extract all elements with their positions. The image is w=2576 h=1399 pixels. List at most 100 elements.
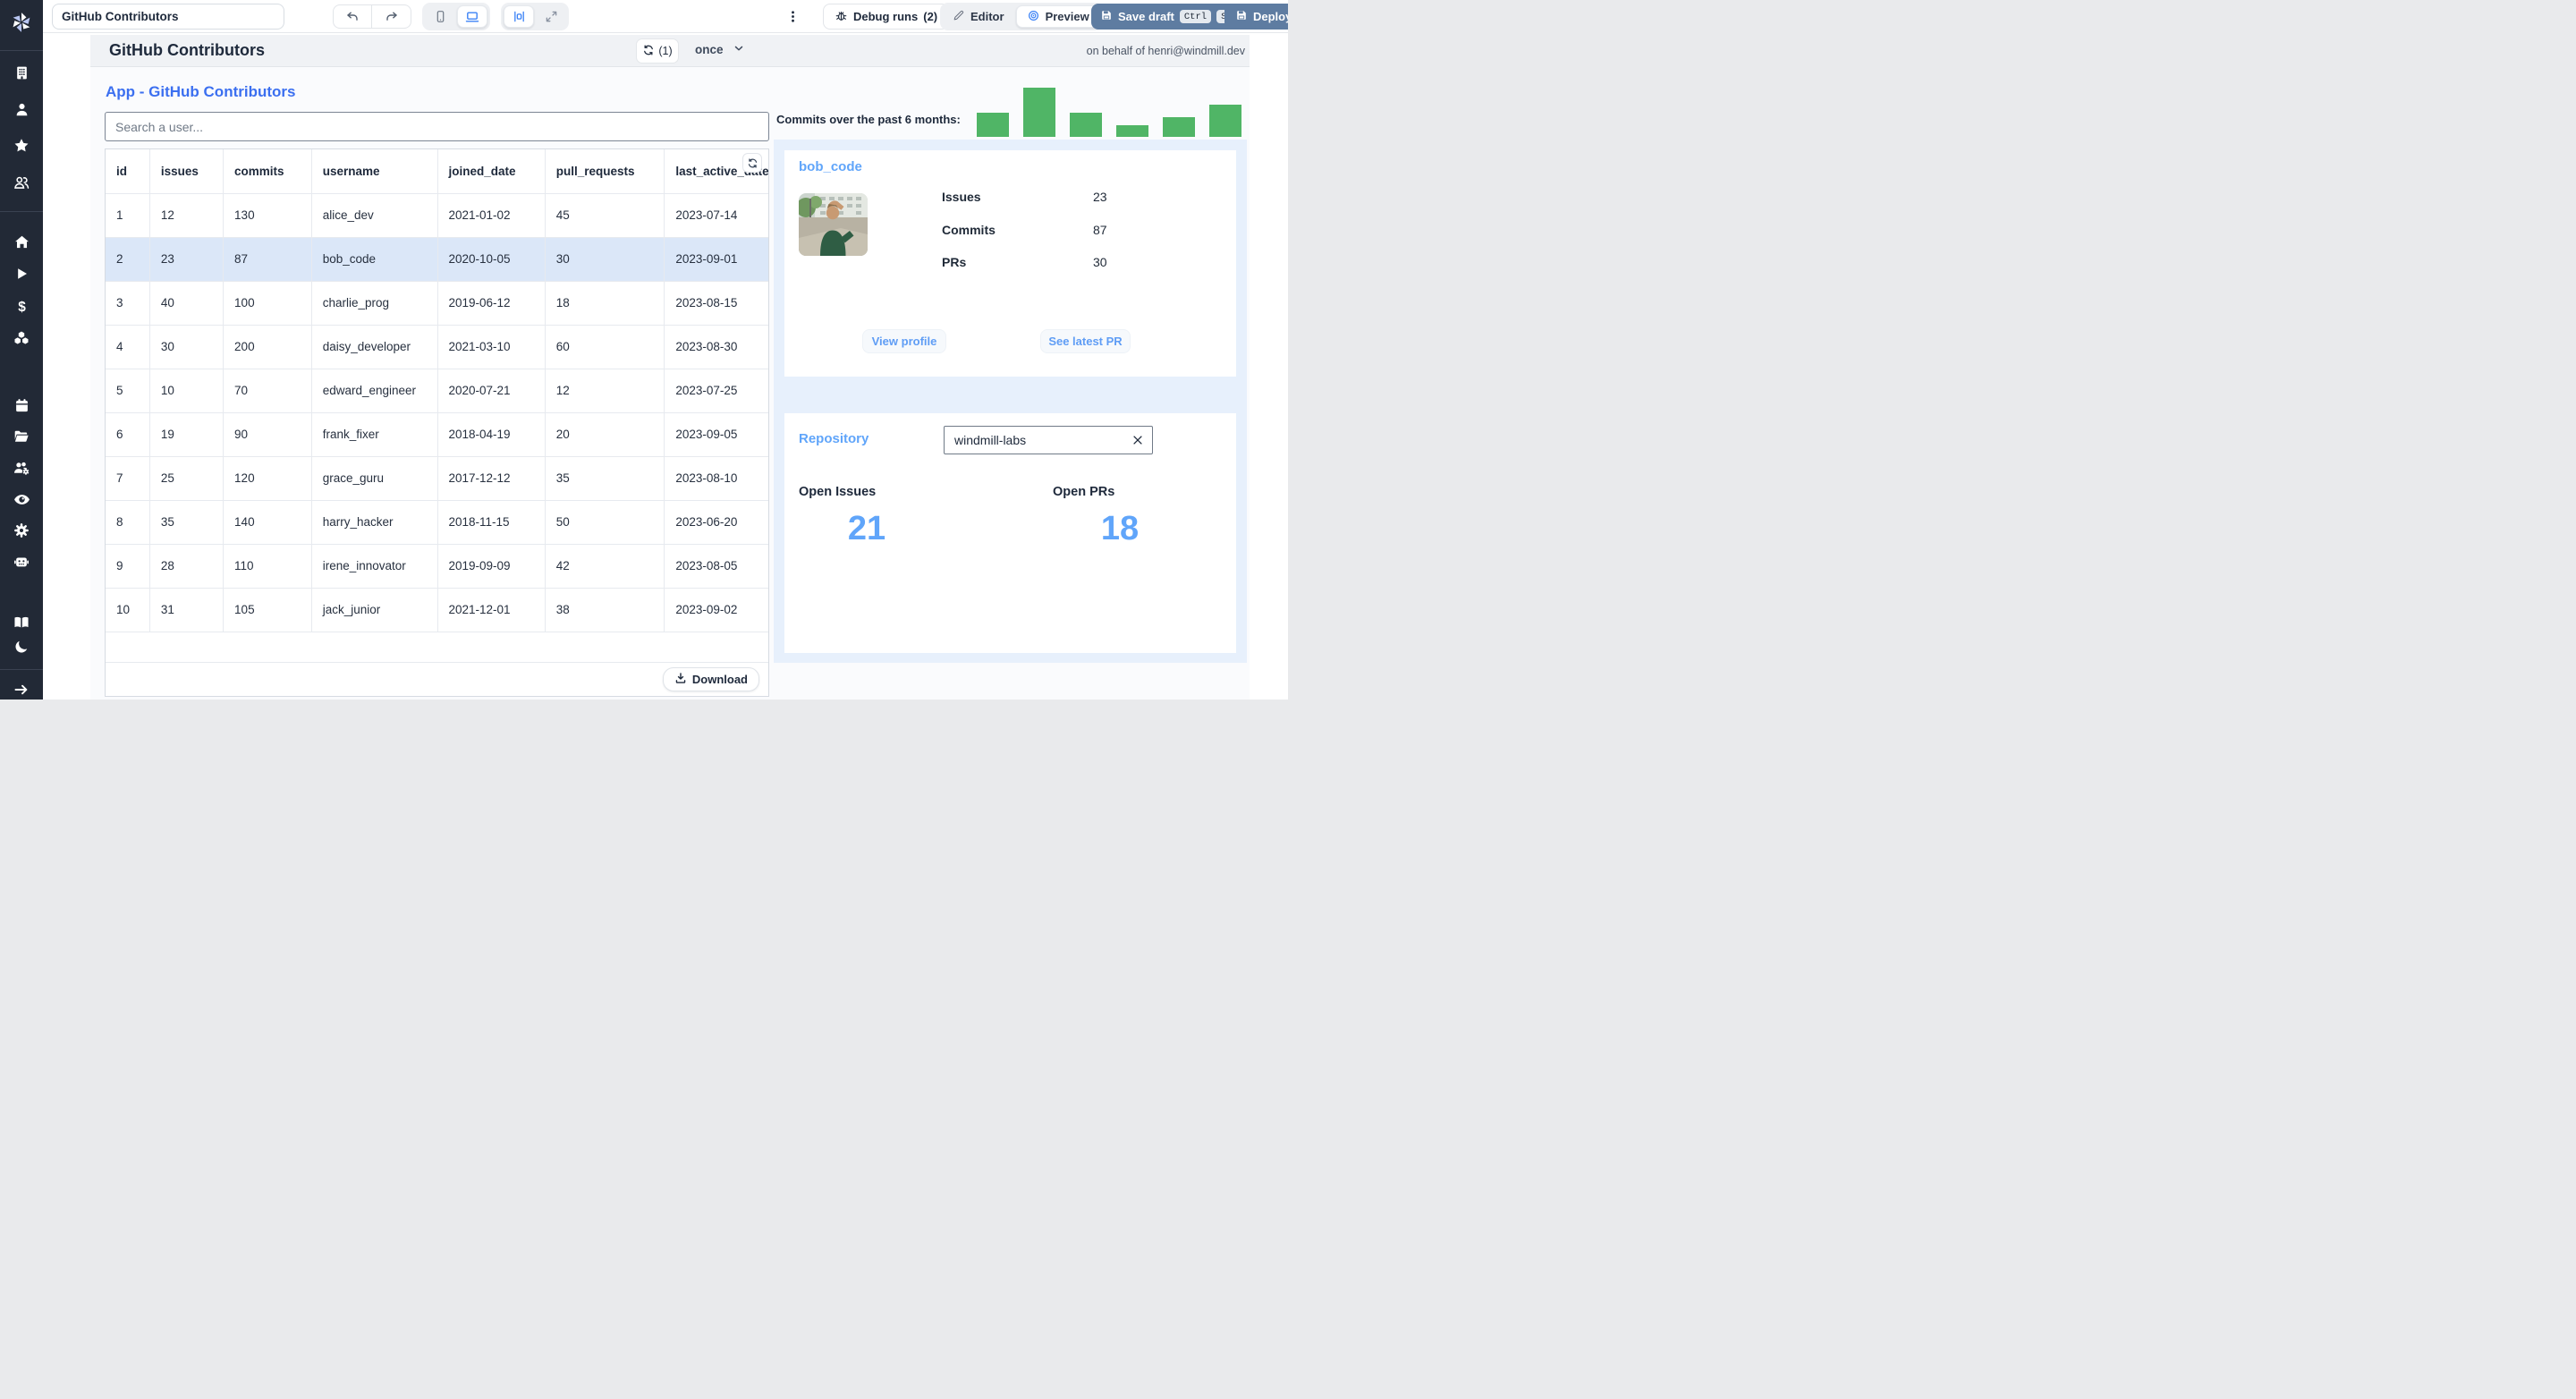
cubes-icon[interactable]	[0, 325, 43, 352]
stat-value: 23	[1093, 190, 1107, 204]
schedule-label: once	[695, 43, 724, 56]
app-name-input[interactable]	[52, 4, 284, 30]
table-cell: 2021-01-02	[437, 193, 546, 238]
table-row[interactable]: 10 31 105 jack_junior 2021-12-01 38 2023-09-02	[106, 588, 768, 632]
table-row[interactable]: 9 28 110 irene_innovator 2019-09-09 42 2023-08…	[106, 544, 768, 589]
download-button[interactable]: Download	[662, 667, 759, 691]
table-cell: 2023-09-05	[664, 412, 768, 457]
user-icon[interactable]	[0, 96, 43, 123]
table-cell: 60	[545, 325, 665, 369]
sidebar-group-docs	[0, 611, 43, 657]
book-icon[interactable]	[0, 611, 43, 634]
open-issues-value: 21	[847, 510, 886, 547]
repository-input[interactable]	[944, 426, 1153, 454]
commit-bar	[1116, 125, 1148, 137]
table-cell: 2023-08-05	[664, 544, 768, 589]
table-cell: jack_junior	[311, 588, 438, 632]
center-content-button[interactable]	[504, 5, 534, 28]
table-row[interactable]: 4 30 200 daisy_developer 2021-03-10 60 2023-08…	[106, 325, 768, 369]
stat-label: Commits	[942, 222, 996, 237]
table-cell: 12	[545, 369, 665, 413]
desktop-view-button[interactable]	[457, 5, 487, 28]
table-cell: 130	[223, 193, 312, 238]
stat-row: Issues 23	[942, 190, 1210, 204]
table-cell: 28	[149, 544, 225, 589]
schedule-dropdown[interactable]: once	[695, 42, 745, 57]
table-refresh-button[interactable]	[742, 153, 762, 173]
app-refresh-button[interactable]: (1)	[636, 38, 679, 64]
dollar-icon[interactable]: $	[0, 293, 43, 319]
view-profile-button[interactable]: View profile	[862, 329, 946, 353]
deploy-button[interactable]: Deploy	[1224, 4, 1288, 30]
layout-toggle-group	[501, 3, 569, 30]
table-cell: 2023-08-30	[664, 325, 768, 369]
table-cell: 10	[106, 588, 150, 632]
table-cell: 2021-03-10	[437, 325, 546, 369]
commit-bar	[1070, 113, 1102, 137]
table-row[interactable]: 8 35 140 harry_hacker 2018-11-15 50 2023-06-20	[106, 500, 768, 545]
table-cell: 100	[223, 281, 312, 326]
stat-value: 30	[1093, 255, 1107, 269]
repository-card: Repository Open Issues Open PRs 21 18	[784, 413, 1236, 653]
commits-bar-chart	[977, 88, 1241, 137]
table-cell: 2023-07-25	[664, 369, 768, 413]
users-icon[interactable]	[0, 169, 43, 196]
redo-button[interactable]	[372, 5, 411, 28]
table-cell: 120	[223, 456, 312, 501]
table-cell: 2020-07-21	[437, 369, 546, 413]
calendar-icon[interactable]	[0, 392, 43, 419]
table-cell: 35	[545, 456, 665, 501]
editor-tab[interactable]: Editor	[943, 5, 1014, 28]
arrow-right-icon[interactable]	[0, 678, 43, 700]
app-title: GitHub Contributors	[109, 41, 265, 59]
save-draft-button[interactable]: Save draft CtrlS	[1091, 4, 1241, 30]
refresh-count: (1)	[658, 45, 673, 57]
table-cell: 8	[106, 500, 150, 545]
table-row[interactable]: 1 12 130 alice_dev 2021-01-02 45 2023-07-14	[106, 193, 768, 238]
robot-icon[interactable]	[0, 548, 43, 575]
debug-runs-button[interactable]: Debug runs (2)	[823, 4, 950, 30]
fullscreen-button[interactable]	[536, 5, 566, 28]
commit-bar	[1209, 105, 1241, 137]
home-icon[interactable]	[0, 228, 43, 255]
windmill-logo-icon[interactable]	[0, 9, 43, 36]
gear-icon[interactable]	[0, 517, 43, 544]
table-row[interactable]: 7 25 120 grace_guru 2017-12-12 35 2023-08-10	[106, 456, 768, 501]
star-icon[interactable]	[0, 132, 43, 159]
eye-icon[interactable]	[0, 486, 43, 513]
users-gear-icon[interactable]	[0, 454, 43, 481]
table-row[interactable]: 6 19 90 frank_fixer 2018-04-19 20 2023-09-05	[106, 412, 768, 457]
undo-button[interactable]	[334, 5, 372, 28]
table-cell: 2023-09-01	[664, 237, 768, 282]
preview-target-icon	[1027, 9, 1040, 25]
search-input[interactable]	[105, 112, 769, 141]
table-cell: 2021-12-01	[437, 588, 546, 632]
table-cell: 3	[106, 281, 150, 326]
building-icon[interactable]	[0, 59, 43, 86]
table-cell: 9	[106, 544, 150, 589]
table-row[interactable]: 5 10 70 edward_engineer 2020-07-21 12 2023-07-…	[106, 369, 768, 413]
bob-avatar-photo	[799, 193, 868, 256]
table-cell: 42	[545, 544, 665, 589]
table-row[interactable]: 3 40 100 charlie_prog 2019-06-12 18 2023-08-15	[106, 281, 768, 326]
table-row[interactable]: 2 23 87 bob_code 2020-10-05 30 2023-09-01	[106, 237, 768, 282]
table-cell: 35	[149, 500, 225, 545]
mobile-view-button[interactable]	[425, 5, 455, 28]
clear-input-icon[interactable]	[1130, 432, 1146, 448]
preview-tab[interactable]: Preview	[1015, 5, 1100, 28]
app-canvas: App - GitHub Contributors idissuescommit…	[90, 67, 1250, 700]
moon-icon[interactable]	[0, 634, 43, 657]
stat-row: Commits 87	[942, 223, 1210, 237]
stat-row: PRs 30	[942, 255, 1210, 269]
more-options-button[interactable]	[781, 4, 804, 29]
table-cell: 90	[223, 412, 312, 457]
table-cell: 2023-08-10	[664, 456, 768, 501]
table-cell: 2	[106, 237, 150, 282]
deploy-button-group: Deploy	[1224, 4, 1288, 30]
play-icon[interactable]	[0, 260, 43, 287]
table-cell: 5	[106, 369, 150, 413]
folder-icon[interactable]	[0, 423, 43, 450]
see-latest-pr-button[interactable]: See latest PR	[1040, 329, 1131, 353]
deploy-save-icon	[1235, 9, 1248, 24]
table-cell: irene_innovator	[311, 544, 438, 589]
